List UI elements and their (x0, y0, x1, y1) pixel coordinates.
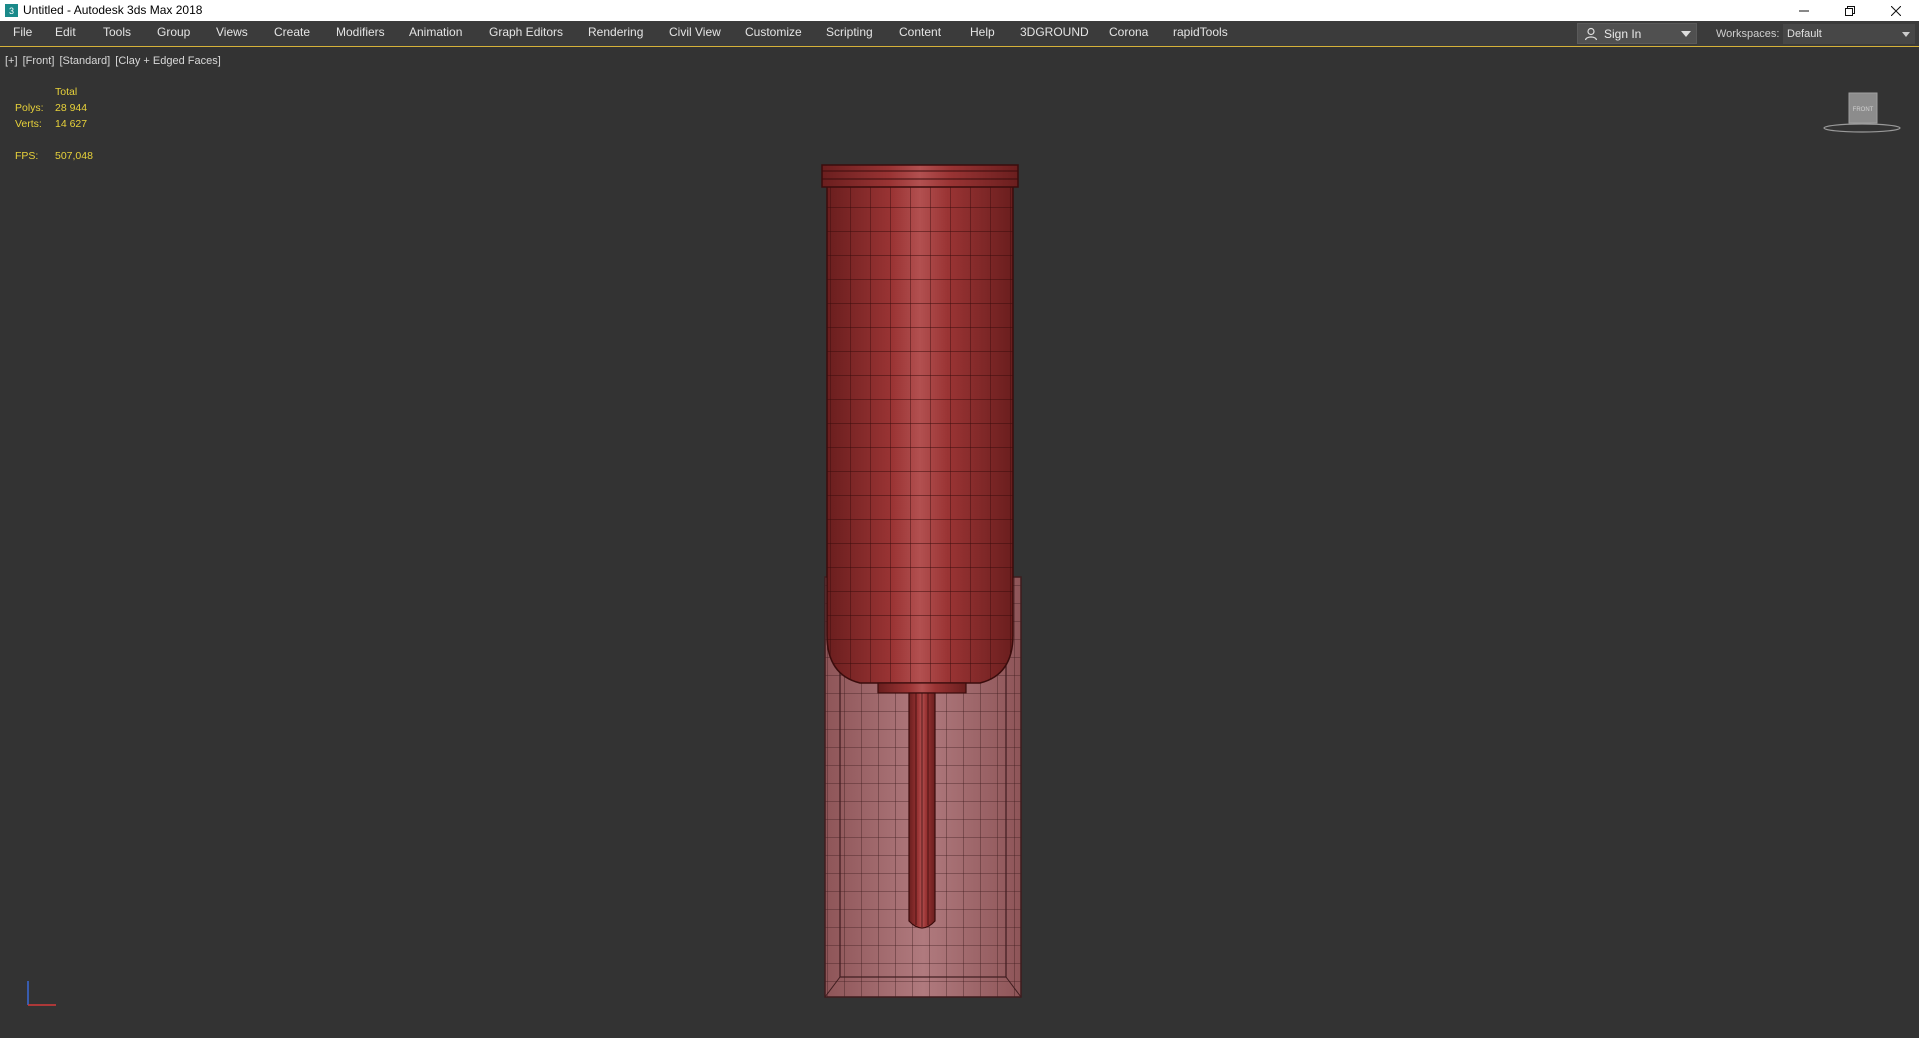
menu-edit[interactable]: Edit (55, 25, 76, 39)
menu-civil-view[interactable]: Civil View (669, 25, 721, 39)
close-button[interactable] (1873, 0, 1919, 21)
chevron-down-icon (1681, 31, 1691, 37)
menu-content[interactable]: Content (899, 25, 941, 39)
workspaces-value: Default (1787, 28, 1822, 40)
minimize-icon (1799, 10, 1809, 11)
restore-icon (1845, 5, 1855, 16)
minimize-button[interactable] (1781, 0, 1827, 21)
viewcube[interactable]: FRONT (1820, 87, 1905, 137)
menu-animation[interactable]: Animation (409, 25, 462, 39)
axis-tripod-icon (27, 981, 56, 1006)
viewcube-face-label: FRONT (1853, 107, 1874, 113)
sign-in-label: Sign In (1604, 27, 1642, 41)
menu-graph-editors[interactable]: Graph Editors (489, 25, 563, 39)
menu-customize[interactable]: Customize (745, 25, 802, 39)
viewport-shading[interactable]: [Clay + Edged Faces] (115, 55, 220, 67)
workspaces-select[interactable]: Default (1783, 24, 1915, 44)
sign-in-dropdown[interactable]: Sign In (1577, 23, 1697, 44)
3dsmax-app-icon: 3 (5, 4, 18, 17)
stats-polys-label: Polys: (15, 102, 44, 114)
user-icon (1584, 27, 1598, 41)
stats-fps-value: 507,048 (55, 150, 93, 162)
menu-file[interactable]: File (13, 25, 32, 39)
menu-modifiers[interactable]: Modifiers (336, 25, 385, 39)
viewport-menu-plus[interactable]: [+] (5, 55, 18, 67)
menu-rendering[interactable]: Rendering (588, 25, 643, 39)
bottle-mesh[interactable] (810, 135, 1030, 1011)
restore-button[interactable] (1827, 0, 1873, 21)
viewport-standard[interactable]: [Standard] (59, 55, 110, 67)
title-bar: 3 Untitled - Autodesk 3ds Max 2018 (0, 0, 1919, 21)
menu-corona[interactable]: Corona (1109, 25, 1148, 39)
menu-group[interactable]: Group (157, 25, 190, 39)
stats-verts-value: 14 627 (55, 118, 88, 130)
menu-rapidtools[interactable]: rapidTools (1173, 25, 1228, 39)
front-viewport[interactable]: [+] [Front] [Standard] [Clay + Edged Fac… (0, 46, 1919, 1038)
workspaces-label: Workspaces: (1716, 28, 1780, 40)
stats-polys-value: 28 944 (55, 102, 88, 114)
stats-fps-label: FPS: (15, 150, 39, 162)
stats-total-header: Total (55, 86, 78, 98)
bottle-body (821, 164, 1019, 684)
window-title: Untitled - Autodesk 3ds Max 2018 (23, 3, 203, 17)
close-icon (1891, 5, 1901, 16)
stats-verts-label: Verts: (15, 118, 42, 130)
menu-help[interactable]: Help (970, 25, 995, 39)
menu-create[interactable]: Create (274, 25, 310, 39)
menu-views[interactable]: Views (216, 25, 248, 39)
menu-tools[interactable]: Tools (103, 25, 131, 39)
chevron-down-icon (1902, 32, 1910, 37)
svg-text:3: 3 (9, 6, 14, 16)
menu-3dground[interactable]: 3DGROUND (1020, 25, 1089, 39)
viewport-label: [+] [Front] [Standard] [Clay + Edged Fac… (5, 55, 223, 67)
menu-scripting[interactable]: Scripting (826, 25, 873, 39)
viewport-point-of-view[interactable]: [Front] (23, 55, 55, 67)
